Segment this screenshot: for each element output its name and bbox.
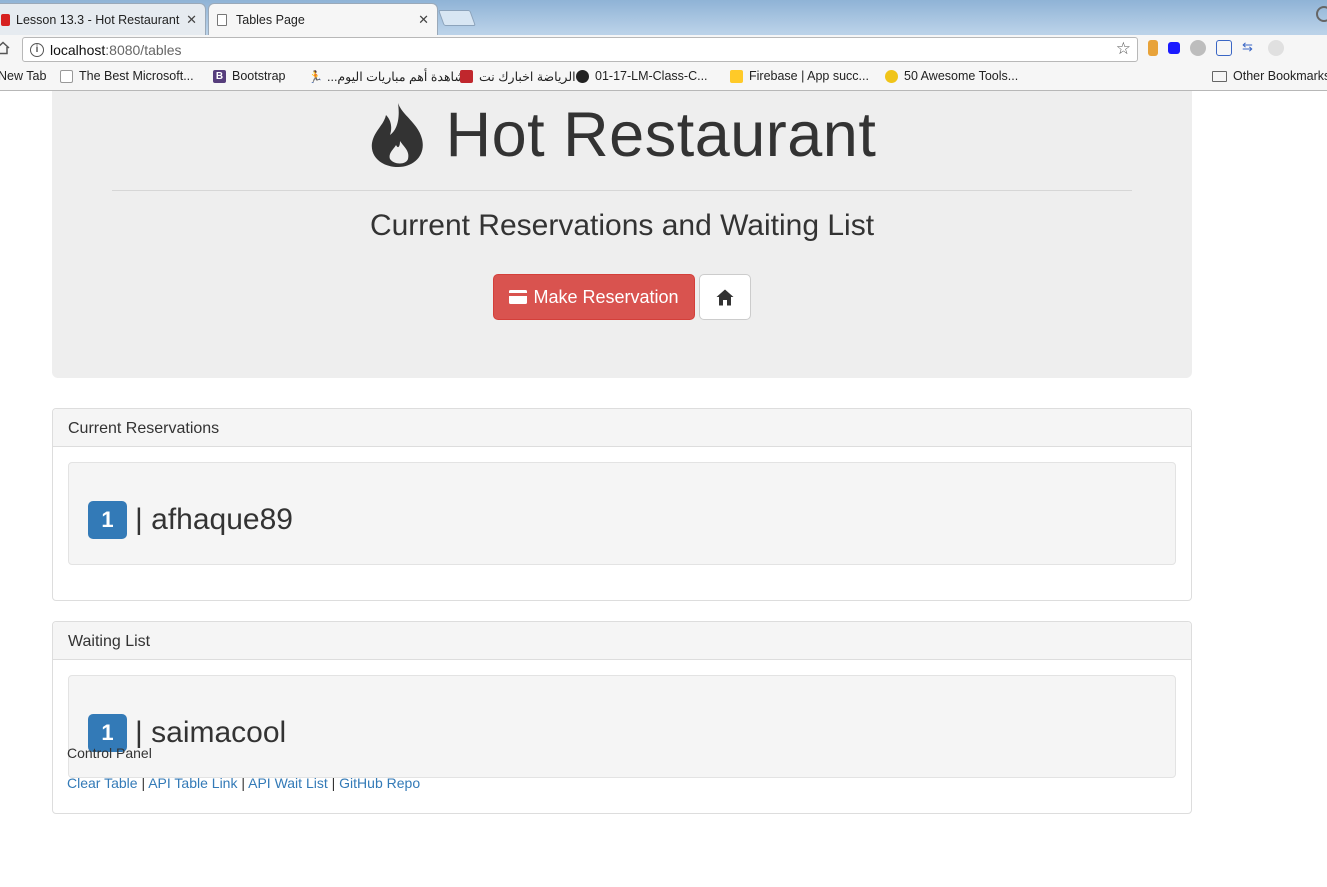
bulb-icon (885, 69, 898, 83)
credit-card-icon (509, 290, 528, 304)
separator: | (137, 775, 149, 791)
panel-heading: Waiting List (53, 622, 1191, 660)
home-button[interactable] (699, 274, 751, 320)
bookmark-sports[interactable]: الرياضة اخبارك نت (460, 69, 576, 84)
api-wait-list-link[interactable]: API Wait List (248, 775, 328, 791)
tab-strip: Lesson 13.3 - Hot Restaurant ✕ Tables Pa… (0, 0, 1327, 35)
bookmark-tools[interactable]: 50 Awesome Tools... (885, 69, 1018, 83)
clear-table-link[interactable]: Clear Table (67, 775, 138, 791)
address-bar[interactable]: i localhost:8080/tables ☆ (22, 37, 1138, 62)
separator: | (237, 775, 249, 791)
reservation-number-badge: 1 (88, 501, 127, 539)
extension-icon[interactable] (1168, 42, 1180, 54)
screenshot-icon[interactable] (1216, 40, 1232, 56)
youtube-icon (1, 13, 10, 26)
extension-icon[interactable] (1268, 40, 1284, 56)
extension-icons: ⇆ (1148, 40, 1284, 56)
home-icon (716, 289, 734, 305)
waitlist-well: 1 | saimacool (68, 675, 1176, 778)
bookmark-other[interactable]: Other Bookmarks (1212, 69, 1327, 83)
make-reservation-label: Make Reservation (533, 286, 679, 307)
sports-news-icon (460, 70, 473, 83)
bookmark-firebase[interactable]: Firebase | App succ... (730, 69, 869, 83)
bookmark-label: 50 Awesome Tools... (904, 69, 1019, 83)
browser-chrome: Lesson 13.3 - Hot Restaurant ✕ Tables Pa… (0, 0, 1327, 91)
bookmark-label: Firebase | App succ... (749, 69, 869, 83)
api-table-link[interactable]: API Table Link (148, 775, 237, 791)
info-icon[interactable]: i (30, 42, 44, 57)
tab-title: Tables Page (236, 12, 305, 27)
drive-icon[interactable] (1190, 40, 1206, 56)
swap-icon[interactable]: ⇆ (1242, 40, 1258, 56)
document-icon (217, 13, 227, 26)
bookmark-github[interactable]: 01-17-LM-Class-C... (576, 69, 708, 83)
bookmark-label: Other Bookmarks (1233, 69, 1327, 83)
url-host: localhost (50, 41, 106, 58)
page-subtitle: Current Reservations and Waiting List (369, 209, 875, 242)
tab-title: Lesson 13.3 - Hot Restaurant (16, 12, 180, 27)
waitlist-name: | saimacool (135, 716, 287, 749)
reservation-well: 1 | afhaque89 (68, 462, 1176, 565)
bookmark-label: The Best Microsoft... (79, 69, 194, 83)
panel-heading: Current Reservations (53, 409, 1191, 447)
extension-icon[interactable] (1148, 40, 1158, 56)
url-path: :8080/tables (105, 41, 182, 58)
runner-icon: 🏃 (308, 70, 323, 84)
reservation-entry: 1 | afhaque89 (88, 501, 293, 539)
control-panel-label: Control Panel (67, 745, 152, 761)
reservations-panel: Current Reservations 1 | afhaque89 (52, 408, 1192, 601)
bookmark-matches[interactable]: 🏃 مشاهدة أهم مباريات اليوم... (308, 69, 472, 84)
reservation-name: | afhaque89 (135, 503, 293, 536)
fire-icon (371, 103, 423, 167)
bookmark-label: الرياضة اخبارك نت (479, 70, 576, 84)
close-icon[interactable]: ✕ (418, 12, 429, 28)
bookmark-star-icon[interactable]: ☆ (1116, 39, 1131, 59)
control-panel-links: Clear Table | API Table Link | API Wait … (67, 775, 420, 791)
github-icon (576, 69, 589, 83)
bookmark-new-tab[interactable]: New Tab (0, 69, 46, 83)
bookmark-microsoft[interactable]: The Best Microsoft... (60, 69, 194, 83)
page-title: Hot Restaurant (445, 100, 877, 170)
bookmark-label: Bootstrap (232, 69, 286, 83)
divider (112, 190, 1132, 191)
tab-tables[interactable]: Tables Page ✕ (208, 3, 438, 35)
firebase-icon (730, 69, 743, 83)
brand: Hot Restaurant (52, 99, 1192, 171)
profile-icon[interactable] (1316, 6, 1327, 22)
bookmark-bootstrap[interactable]: B Bootstrap (213, 69, 286, 83)
home-icon[interactable] (0, 41, 10, 55)
microsoft-icon (60, 69, 73, 83)
bookmark-label: مشاهدة أهم مباريات اليوم... (327, 70, 473, 84)
bookmark-label: 01-17-LM-Class-C... (595, 69, 708, 83)
folder-icon (1212, 70, 1227, 82)
bookmarks-bar: New Tab The Best Microsoft... B Bootstra… (0, 64, 1327, 91)
make-reservation-button[interactable]: Make Reservation (493, 274, 695, 320)
bootstrap-icon: B (213, 69, 226, 83)
jumbotron: Hot Restaurant Current Reservations and … (52, 91, 1192, 378)
button-row: Make Reservation (493, 274, 751, 320)
page-viewport: Hot Restaurant Current Reservations and … (0, 91, 1327, 887)
tab-lesson[interactable]: Lesson 13.3 - Hot Restaurant ✕ (0, 3, 206, 35)
browser-toolbar: i localhost:8080/tables ☆ (0, 35, 1327, 64)
separator: | (327, 775, 340, 791)
bookmark-label: New Tab (0, 69, 47, 83)
new-tab-button[interactable] (438, 10, 476, 26)
github-repo-link[interactable]: GitHub Repo (339, 775, 420, 791)
close-icon[interactable]: ✕ (186, 12, 197, 28)
